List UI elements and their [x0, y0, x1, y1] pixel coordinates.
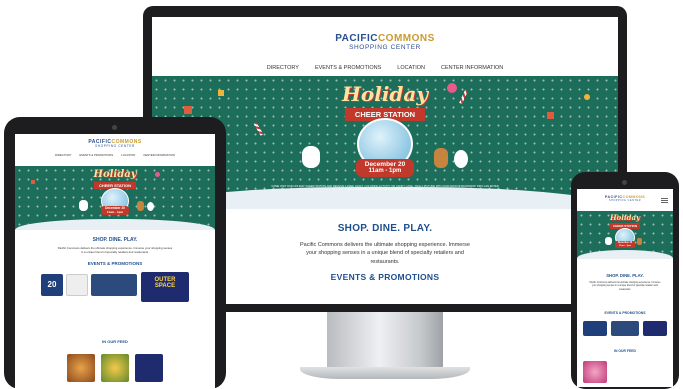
- nav-item-events-promotions[interactable]: EVENTS & PROMOTIONS: [315, 65, 381, 71]
- intro-text: Pacific Commons delivers the ultimate sh…: [589, 282, 661, 291]
- main-nav: DIRECTORY EVENTS & PROMOTIONS LOCATION C…: [152, 65, 618, 71]
- logo-word-commons: COMMONS: [377, 33, 435, 44]
- gingerbread-icon: [137, 201, 144, 211]
- promo-tile-outer-space[interactable]: [643, 321, 667, 336]
- logo-subtitle: SHOPPING CENTER: [95, 144, 135, 148]
- nav-item-events-promotions[interactable]: EVENTS & PROMOTIONS: [79, 153, 113, 157]
- tagline-heading: SHOP. DINE. PLAY.: [606, 273, 644, 278]
- monitor-stand-base: [300, 367, 470, 379]
- tagline-heading: SHOP. DINE. PLAY.: [92, 237, 138, 243]
- phone-screen: PACIFICCOMMONS SHOPPING CENTER Holiday C…: [577, 189, 673, 387]
- logo-subtitle: SHOPPING CENTER: [608, 198, 642, 202]
- nav-item-directory[interactable]: DIRECTORY: [267, 65, 299, 71]
- hero-time: 11am - 1pm: [619, 244, 631, 247]
- events-heading: EVENTS & PROMOTIONS: [604, 311, 646, 315]
- hero-title: Holiday: [609, 213, 641, 222]
- hero-date-plaque: December 20 11am - 1pm: [101, 206, 129, 215]
- feed-tile-food[interactable]: [583, 361, 607, 383]
- camera-icon: [112, 125, 117, 130]
- hero-fine-print: COME VISIT OUR HOLIDAY CHEER STATION AND…: [271, 185, 499, 192]
- snowman-icon: [454, 150, 468, 168]
- camera-icon: [622, 180, 627, 185]
- gingerbread-icon: [434, 148, 448, 168]
- polar-bear-icon: [605, 237, 612, 245]
- intro-text: Pacific Commons delivers the ultimate sh…: [300, 242, 470, 265]
- promo-tile-wide[interactable]: [611, 321, 639, 336]
- hero-time: 11am - 1pm: [106, 209, 124, 214]
- ornament-icon: [584, 94, 590, 100]
- coupon-value: 20: [47, 280, 57, 289]
- gift-icon: [184, 106, 192, 114]
- nav-item-location[interactable]: LOCATION: [397, 65, 425, 71]
- polar-bear-icon: [302, 146, 320, 168]
- gingerbread-icon: [637, 238, 642, 245]
- feed-heading: IN OUR FEED: [102, 339, 128, 344]
- monitor-stand-neck: [327, 312, 443, 372]
- hero-date: December 20: [364, 161, 406, 168]
- site-logo[interactable]: PACIFICCOMMONS SHOPPING CENTER: [15, 140, 215, 148]
- feed-heading: IN OUR FEED: [614, 349, 636, 353]
- gift-icon: [547, 112, 554, 119]
- site-logo[interactable]: PACIFICCOMMONS SHOPPING CENTER: [577, 195, 673, 202]
- main-nav: DIRECTORY EVENTS & PROMOTIONS LOCATION C…: [15, 153, 215, 157]
- tablet-device: PACIFICCOMMONS SHOPPING CENTER DIRECTORY…: [4, 117, 226, 389]
- hero-banner[interactable]: Holiday CHEER STATION December 20 11am -…: [577, 211, 673, 259]
- lollipop-icon: [155, 172, 160, 177]
- intro-text: Pacific Commons delivers the ultimate sh…: [57, 246, 173, 255]
- promo-tile-flyer[interactable]: [66, 274, 88, 296]
- nav-item-center-information[interactable]: CENTER INFORMATION: [441, 65, 503, 71]
- nav-item-directory[interactable]: DIRECTORY: [55, 153, 71, 157]
- hero-banner[interactable]: Holiday CHEER STATION December 20 11am -…: [15, 166, 215, 230]
- promo-tile-wide[interactable]: [91, 274, 137, 296]
- promo-tile-coupon[interactable]: 20: [41, 274, 63, 296]
- hero-title: Holiday: [93, 169, 137, 180]
- lollipop-icon: [447, 83, 457, 93]
- logo-subtitle: SHOPPING CENTER: [349, 44, 421, 51]
- hero-date-plaque: December 20 11am - 1pm: [356, 159, 414, 177]
- hero-title: Holiday: [342, 82, 428, 106]
- logo-word-pacific: PACIFIC: [335, 33, 378, 44]
- polar-bear-icon: [79, 200, 88, 211]
- tablet-screen: PACIFICCOMMONS SHOPPING CENTER DIRECTORY…: [15, 134, 215, 389]
- promo-tile-outer-space[interactable]: OUTER SPACE: [141, 272, 189, 302]
- snowman-icon: [147, 202, 154, 211]
- phone-device: PACIFICCOMMONS SHOPPING CENTER Holiday C…: [571, 172, 679, 389]
- feed-tile-poster[interactable]: [135, 354, 163, 382]
- nav-item-location[interactable]: LOCATION: [121, 153, 135, 157]
- hero-time: 11am - 1pm: [368, 168, 402, 175]
- gift-icon: [31, 180, 35, 184]
- menu-icon[interactable]: [661, 198, 668, 203]
- site-logo[interactable]: PACIFICCOMMONS SHOPPING CENTER: [152, 34, 618, 52]
- promo-tile-coupon[interactable]: [583, 321, 607, 336]
- nav-item-center-information[interactable]: CENTER INFORMATION: [143, 153, 175, 157]
- feed-tile-food[interactable]: [67, 354, 95, 382]
- hero-date-plaque: December 20 11am - 1pm: [615, 241, 635, 248]
- gift-icon: [218, 90, 224, 96]
- feed-tile-salad[interactable]: [101, 354, 129, 382]
- events-heading: EVENTS & PROMOTIONS: [87, 261, 143, 266]
- outer-space-line2: SPACE: [154, 283, 176, 289]
